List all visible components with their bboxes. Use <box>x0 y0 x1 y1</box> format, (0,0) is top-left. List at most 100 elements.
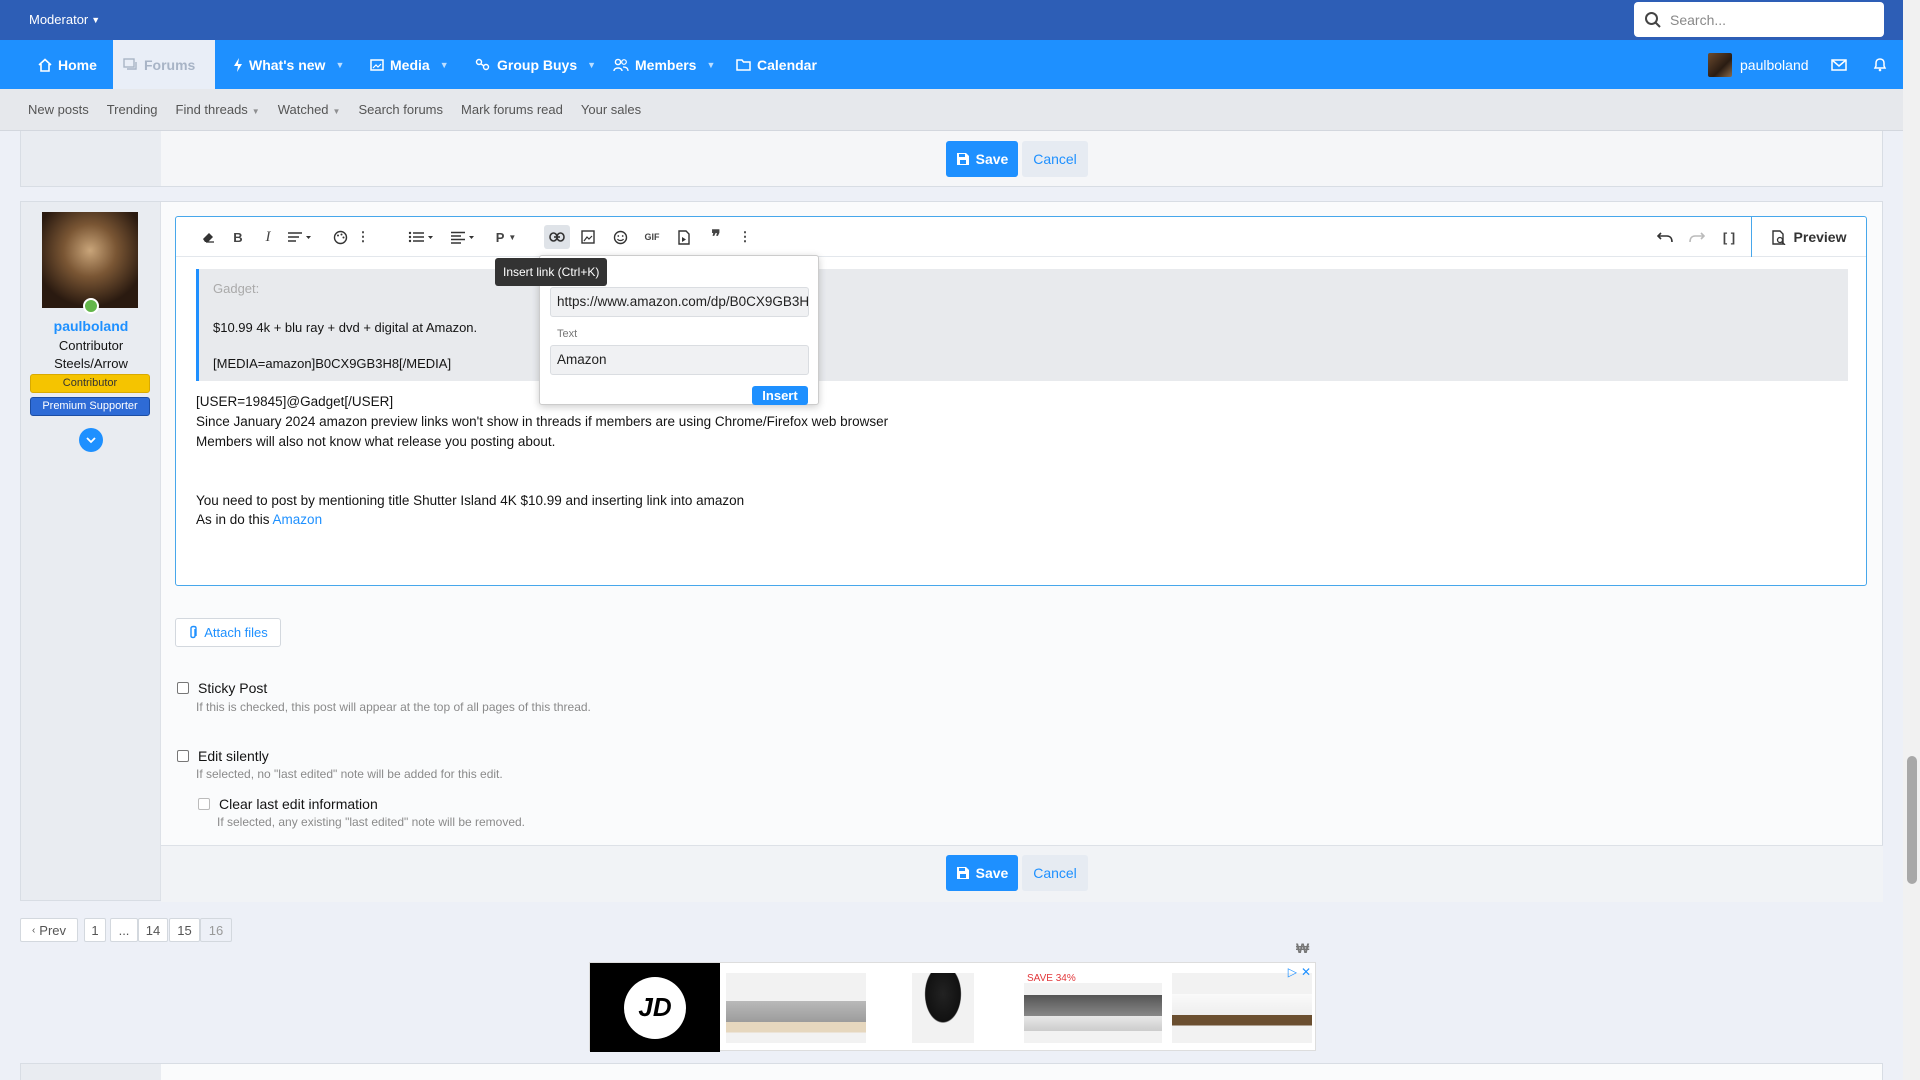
page-scrollbar[interactable] <box>1903 0 1920 1080</box>
subnav-watched[interactable]: Watched ▼ <box>278 102 341 117</box>
clear-last-edit-label: Clear last edit information <box>219 796 378 812</box>
save-button[interactable]: Save <box>946 855 1018 891</box>
clear-last-edit-hint: If selected, any existing "last edited" … <box>217 815 526 829</box>
sticky-label: Sticky Post <box>198 680 268 696</box>
nav-whats-new[interactable]: What's new ▼ <box>223 40 354 89</box>
user-subtitle: Steels/Arrow <box>54 356 128 371</box>
media-icon[interactable] <box>672 225 696 249</box>
chevron-down-icon: ▼ <box>706 59 716 70</box>
subnav-search-forums[interactable]: Search forums <box>358 102 443 117</box>
preview-button[interactable]: Preview <box>1751 217 1866 257</box>
more-vertical-icon[interactable]: ⋮ <box>736 225 754 249</box>
more-vertical-icon[interactable]: ⋮ <box>354 225 372 249</box>
subnav-watched-label: Watched <box>277 102 329 117</box>
attach-files-button[interactable]: Attach files <box>175 618 281 647</box>
ad-product-image[interactable] <box>726 973 866 1043</box>
redo-icon[interactable] <box>1684 225 1710 249</box>
nav-group-buys[interactable]: Group Buys ▼ <box>465 40 606 89</box>
quote-icon[interactable]: ❞ <box>704 225 728 249</box>
pagination-ellipsis[interactable]: ... <box>110 918 138 942</box>
bell-icon[interactable] <box>1873 57 1887 72</box>
save-icon <box>956 867 969 879</box>
quote-line: $10.99 4k + blu ray + dvd + digital at A… <box>213 320 478 335</box>
edit-silently-hint: If selected, no "last edited" note will … <box>196 767 503 781</box>
body-line: You need to post by mentioning title Shu… <box>196 493 745 508</box>
chevron-down-icon: ▼ <box>251 107 260 116</box>
nav-forums[interactable]: Forums <box>113 40 215 89</box>
image-icon[interactable] <box>576 225 600 249</box>
paragraph-icon[interactable]: P ▼ <box>490 225 522 249</box>
clear-last-edit-checkbox[interactable] <box>198 798 210 810</box>
bbcode-toggle-icon[interactable]: [ ] <box>1716 225 1742 249</box>
ad-product-image[interactable] <box>1024 983 1162 1043</box>
gif-icon[interactable]: GIF <box>640 225 664 249</box>
close-icon[interactable]: ✕ <box>1301 965 1311 979</box>
pagination-current-page: 16 <box>200 918 232 942</box>
save-button[interactable]: Save <box>946 141 1018 177</box>
sidebar-username[interactable]: paulboland <box>54 318 129 334</box>
pagination-page[interactable]: 15 <box>169 918 200 942</box>
expand-button[interactable] <box>79 428 103 452</box>
rich-text-editor[interactable]: B I ⋮ P ▼ GIF ❞ ⋮ [] Preview Gadget: $1… <box>175 216 1867 586</box>
insert-button[interactable]: Insert <box>752 386 808 405</box>
cancel-button[interactable]: Cancel <box>1022 855 1088 891</box>
nav-media[interactable]: Media ▼ <box>360 40 459 89</box>
body-line: As in do this Amazon <box>196 512 322 527</box>
palette-icon[interactable] <box>328 225 352 249</box>
pagination-page[interactable]: 1 <box>84 918 106 942</box>
search-input[interactable]: Search... <box>1634 2 1884 37</box>
list-icon[interactable] <box>406 225 438 249</box>
nav-media-label: Media <box>390 56 430 73</box>
nav-members[interactable]: Members ▼ <box>603 40 725 89</box>
italic-icon[interactable]: I <box>256 225 280 249</box>
subnav-mark-read[interactable]: Mark forums read <box>461 102 563 117</box>
pagination-page[interactable]: 14 <box>138 918 168 942</box>
undo-icon[interactable] <box>1652 225 1678 249</box>
jd-logo: JD <box>590 963 720 1052</box>
sticky-post-option[interactable]: Sticky Post <box>177 680 267 696</box>
pagination-prev[interactable]: ‹ Prev <box>20 918 78 942</box>
cancel-button[interactable]: Cancel <box>1022 141 1088 177</box>
link-text-input[interactable]: Amazon <box>550 345 809 375</box>
subnav-new-posts[interactable]: New posts <box>28 102 89 117</box>
subnav-find-threads[interactable]: Find threads ▼ <box>176 102 260 117</box>
nav-members-label: Members <box>635 56 697 73</box>
ad-product-image[interactable] <box>1172 973 1312 1043</box>
edit-silently-label: Edit silently <box>198 748 269 764</box>
bold-icon[interactable]: B <box>226 225 250 249</box>
edit-silently-option[interactable]: Edit silently <box>177 748 269 764</box>
align-icon[interactable] <box>448 225 480 249</box>
smiley-icon[interactable] <box>608 225 632 249</box>
prev-label: Prev <box>39 922 67 938</box>
ad-product-image[interactable] <box>912 973 974 1043</box>
avatar[interactable] <box>42 212 138 308</box>
nav-home[interactable]: Home <box>28 40 107 89</box>
avatar[interactable] <box>1708 52 1732 77</box>
sub-nav: New posts Trending Find threads ▼ Watched… <box>0 89 1903 131</box>
user-title: Contributor <box>58 338 124 353</box>
subnav-trending[interactable]: Trending <box>107 102 158 117</box>
moderator-menu[interactable]: Moderator ▼ <box>29 12 100 27</box>
subnav-your-sales[interactable]: Your sales <box>581 102 641 117</box>
online-status-icon <box>83 298 99 314</box>
amazon-link[interactable]: Amazon <box>273 512 323 527</box>
edit-silently-checkbox[interactable] <box>177 750 189 762</box>
link-icon[interactable] <box>544 225 570 249</box>
nav-username[interactable]: paulboland <box>1740 57 1809 73</box>
nav-calendar[interactable]: Calendar <box>726 40 827 89</box>
envelope-icon[interactable] <box>1830 58 1847 71</box>
adchoices-icon[interactable]: ▷ <box>1288 965 1297 979</box>
sticky-checkbox[interactable] <box>177 682 189 694</box>
preview-label: Preview <box>1793 229 1847 245</box>
clear-last-edit-option[interactable]: Clear last edit information <box>198 796 378 812</box>
jd-brand-text: JD <box>624 976 686 1039</box>
eraser-icon[interactable] <box>196 225 220 249</box>
scrollbar-thumb[interactable] <box>1907 756 1917 884</box>
text-size-icon[interactable] <box>284 225 316 249</box>
home-icon <box>38 57 52 72</box>
url-input[interactable]: https://www.amazon.com/dp/B0CX9GB3H8 <box>550 287 809 317</box>
advertisement[interactable]: JD SAVE 34% ▷ ✕ <box>589 962 1316 1052</box>
nav-whats-new-label: What's new <box>249 56 326 73</box>
members-icon <box>613 58 629 71</box>
preview-icon <box>1771 229 1786 245</box>
